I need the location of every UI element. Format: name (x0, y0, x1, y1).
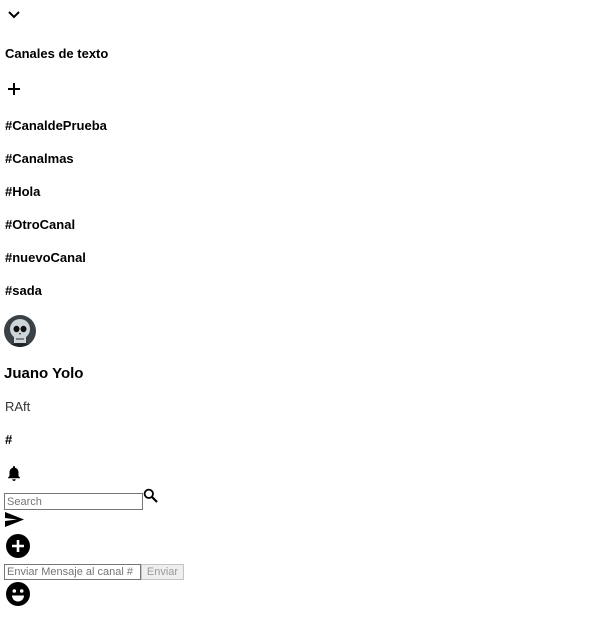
chevron-down-icon[interactable] (7, 10, 21, 20)
message-input[interactable] (4, 564, 141, 580)
avatar[interactable] (4, 315, 36, 347)
add-circle-icon[interactable] (6, 534, 30, 558)
bell-icon[interactable] (6, 465, 22, 482)
user-name: Juano Yolo (4, 365, 84, 382)
channel-header-hash: # (5, 432, 13, 447)
channel-item[interactable]: #OtroCanal (5, 217, 75, 232)
search-icon[interactable] (143, 488, 158, 503)
section-title: Canales de texto (5, 46, 109, 61)
channel-item[interactable]: #Hola (5, 184, 40, 199)
channel-item[interactable]: #CanaldePrueba (5, 118, 107, 133)
emoji-icon[interactable] (6, 582, 30, 606)
channel-item[interactable]: #sada (5, 283, 42, 298)
send-icon[interactable] (5, 512, 24, 527)
channel-item[interactable]: #nuevoCanal (5, 250, 86, 265)
user-status: RAft (5, 399, 31, 414)
search-input[interactable] (4, 493, 143, 510)
plus-icon[interactable] (7, 82, 21, 96)
send-button[interactable]: Enviar (141, 564, 184, 580)
channel-item[interactable]: #Canalmas (5, 151, 74, 166)
